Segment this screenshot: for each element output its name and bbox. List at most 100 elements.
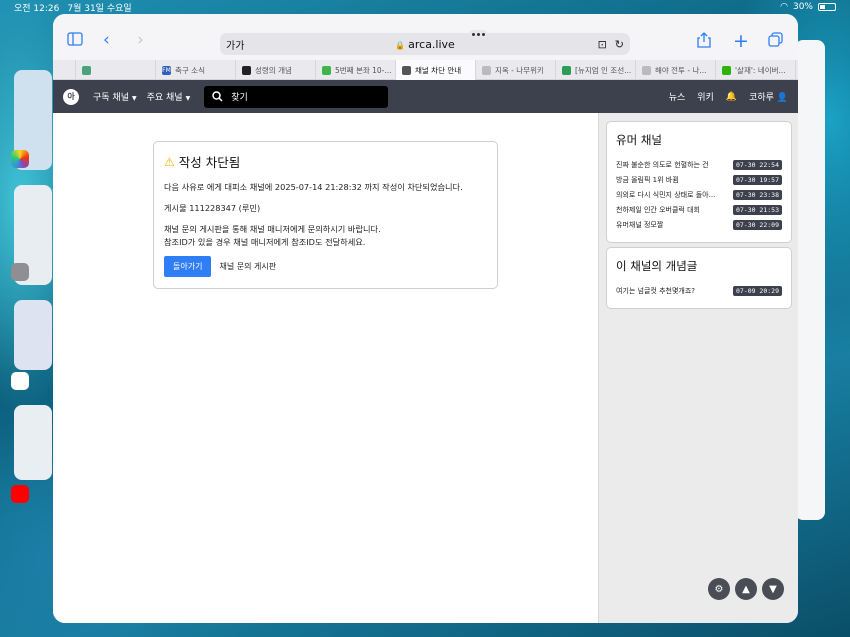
notice-contact: 채널 문의 게시판을 통해 채널 매니저에게 문의하시기 바랍니다. 참조ID가… [164, 223, 487, 249]
post-title: 의외로 다시 식민지 상태로 돌아... [616, 190, 716, 199]
news-link[interactable]: 뉴스 [669, 90, 686, 103]
multitasking-handle[interactable] [469, 30, 487, 38]
user-icon: 👤 [776, 93, 788, 103]
settings-app-icon[interactable] [11, 263, 29, 281]
browser-tab[interactable]: 지옥 - 나무위키 [475, 60, 555, 80]
status-date: 7월 31일 수요일 [67, 3, 132, 14]
forward-icon[interactable]: › [137, 32, 144, 49]
new-tab-icon[interactable]: + [733, 32, 749, 51]
browser-tab[interactable]: FM 축구 소식 [155, 60, 235, 80]
main-channels-label: 주요 채널 [146, 93, 183, 103]
inquiry-board-link[interactable]: 채널 문의 게시판 [219, 261, 276, 272]
list-item[interactable]: 의외로 다시 식민지 상태로 돌아... 07-30 23:38 [616, 187, 782, 202]
sidebar-icon[interactable] [67, 32, 83, 50]
notice-contact-line1: 채널 문의 게시판을 통해 채널 매니저에게 문의하시기 바랍니다. [164, 224, 381, 234]
tab-label: 축구 소식 [175, 65, 205, 75]
browser-toolbar: ‹ › 가가 🔒 arca.live ⊡ ↻ + [53, 14, 798, 60]
list-item[interactable]: 천하제일 인간 오버클럭 대회 07-30 21:53 [616, 202, 782, 217]
notice-post: 게시물 111228347 (루민) [164, 203, 261, 213]
background-app-card[interactable] [795, 40, 825, 520]
caret-down-icon: ▼ [185, 95, 191, 102]
post-title: 진짜 불순한 의도로 헌혈하는 건 [616, 160, 709, 169]
concept-posts-card: 이 채널의 개념글 여기는 넘글컷 추천몇개죠? 07-09 20:29 [606, 247, 792, 309]
safari-window: ‹ › 가가 🔒 arca.live ⊡ ↻ + FM 축구 소식 성령의 개념 5번째… [53, 14, 798, 623]
youtube-app-icon[interactable] [11, 485, 29, 503]
tab-label: 해야 전투 - 나... [655, 65, 707, 75]
share-icon[interactable] [697, 32, 711, 52]
post-date-badge: 07-09 20:29 [732, 285, 782, 296]
tab-favicon-icon [482, 65, 491, 75]
humor-channel-card: 유머 채널 진짜 불순한 의도로 헌혈하는 건 07-30 22:54 방금 올림픽… [606, 121, 792, 243]
browser-tab[interactable]: 채널 차단 안내 [395, 60, 475, 80]
post-title: 천하제일 인간 오버클럭 대회 [616, 205, 700, 214]
scroll-up-icon[interactable]: ▲ [735, 578, 757, 600]
browser-tab[interactable]: 해야 전투 - 나... [635, 60, 715, 80]
tab-favicon-icon: FM [162, 65, 171, 75]
translate-icon[interactable]: ⊡ [598, 38, 607, 51]
video-app-icon[interactable] [11, 372, 29, 390]
back-button[interactable]: 돌아가기 [164, 256, 212, 277]
post-title: 방금 올림픽 1위 바뀜 [616, 175, 679, 184]
notice-title: 작성 차단됨 [178, 155, 241, 170]
browser-tab[interactable]: 5번째 본좌 10-... [315, 60, 395, 80]
browser-tab[interactable]: '살재': 네이버... [715, 60, 795, 80]
user-name: 코하루 [749, 93, 774, 103]
background-app-card[interactable] [14, 405, 52, 480]
post-date-badge: 07-30 22:54 [732, 159, 782, 170]
tab-favicon-icon [242, 65, 251, 75]
settings-gear-icon[interactable]: ⚙ [708, 578, 730, 600]
battery-icon [818, 3, 836, 11]
background-app-card[interactable] [14, 300, 52, 370]
bell-icon[interactable]: 🔔 [726, 92, 737, 102]
list-item[interactable]: 방금 올림픽 1위 바뀜 07-30 19:57 [616, 172, 782, 187]
search-input[interactable]: 찾기 [204, 85, 389, 108]
post-date-badge: 07-30 19:57 [732, 174, 782, 185]
tab-label: 채널 차단 안내 [415, 65, 462, 75]
tab-label: 성령의 개념 [255, 65, 292, 75]
post-date-badge: 07-30 21:53 [732, 204, 782, 215]
caret-down-icon: ▼ [131, 95, 137, 102]
status-time: 오전 12:26 [14, 3, 60, 14]
list-item[interactable]: 여기는 넘글컷 추천몇개죠? 07-09 20:29 [616, 283, 782, 298]
address-bar[interactable]: 가가 🔒 arca.live ⊡ ↻ [220, 33, 630, 55]
photos-app-icon[interactable] [11, 150, 29, 168]
warning-icon: ⚠ [164, 154, 175, 169]
search-placeholder: 찾기 [231, 93, 248, 103]
main-channels-menu[interactable]: 주요 채널 ▼ [147, 90, 191, 103]
list-item[interactable]: 진짜 불순한 의도로 헌혈하는 건 07-30 22:54 [616, 157, 782, 172]
post-title: 여기는 넘글컷 추천몇개죠? [616, 286, 696, 295]
list-item[interactable]: 유머채널 정모짤 07-30 22:09 [616, 217, 782, 232]
tab-label: 5번째 본좌 10-... [335, 65, 392, 75]
site-logo[interactable]: 아 [63, 88, 79, 105]
subscribed-channels-menu[interactable]: 구독 채널 ▼ [93, 90, 137, 103]
user-menu[interactable]: 코하루 👤 [749, 90, 788, 103]
block-notice: ⚠ 작성 차단됨 다음 사유로 에게 대피소 채널에 2025-07-14 21… [153, 141, 498, 289]
status-bar: 오전 12:26 7월 31일 수요일 ◠ 30% [0, 0, 850, 14]
tab-label: 지옥 - 나무위키 [495, 65, 544, 75]
notice-reason: 다음 사유로 에게 대피소 채널에 2025-07-14 21:28:32 까지… [164, 182, 463, 192]
tab-favicon-icon [562, 65, 571, 75]
scroll-down-icon[interactable]: ▼ [762, 578, 784, 600]
wifi-icon: ◠ [780, 2, 788, 12]
search-icon [212, 91, 223, 102]
subscribed-channels-label: 구독 채널 [93, 93, 129, 103]
browser-tab[interactable] [75, 60, 155, 80]
notice-title-row: ⚠ 작성 차단됨 [164, 152, 487, 171]
humor-channel-title[interactable]: 유머 채널 [616, 132, 782, 148]
tab-favicon-icon [82, 65, 91, 75]
main-content: ⚠ 작성 차단됨 다음 사유로 에게 대피소 채널에 2025-07-14 21… [53, 113, 598, 623]
browser-tab[interactable]: [뉴지엄 인 조선... [555, 60, 635, 80]
notice-contact-line2: 참조ID가 있을 경우 채널 매니저에게 참조ID도 전달하세요. [164, 237, 366, 247]
back-icon[interactable]: ‹ [103, 32, 110, 49]
tabs-overview-icon[interactable] [768, 32, 783, 51]
browser-tab[interactable]: '소신'의 검색... [795, 60, 798, 80]
wiki-link[interactable]: 위키 [697, 90, 714, 103]
lock-icon: 🔒 [395, 40, 406, 50]
site-navbar: 아 구독 채널 ▼ 주요 채널 ▼ 찾기 뉴스 위키 🔔 코하루 👤 [53, 80, 798, 113]
browser-tab[interactable]: 성령의 개념 [235, 60, 315, 80]
reload-icon[interactable]: ↻ [615, 38, 624, 51]
tab-label: '살재': 네이버... [735, 65, 786, 75]
tab-favicon-icon [642, 65, 651, 75]
concept-posts-title[interactable]: 이 채널의 개념글 [616, 258, 782, 274]
tab-bar: FM 축구 소식 성령의 개념 5번째 본좌 10-... 채널 차단 안내 지옥 - 나… [53, 60, 798, 80]
